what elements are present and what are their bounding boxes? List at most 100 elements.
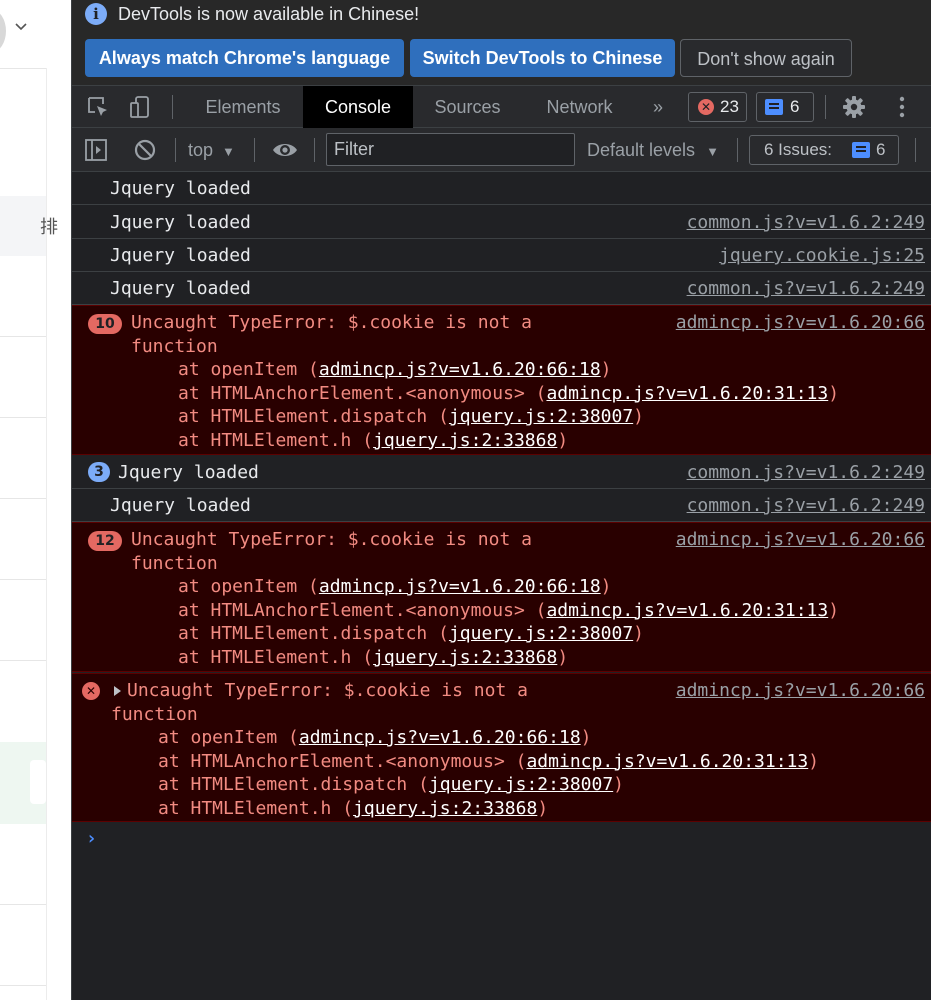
separator: [737, 138, 738, 162]
source-link[interactable]: admincp.js?v=v1.6.20:66: [676, 528, 925, 552]
console-toolbar: top ▼ Filter Default levels ▼ 6 Issues: …: [72, 128, 931, 172]
filter-input[interactable]: Filter: [326, 133, 575, 166]
source-link[interactable]: common.js?v=v1.6.2:249: [687, 461, 925, 485]
separator: [172, 95, 173, 119]
issues-count: 6: [876, 140, 886, 159]
divider: [0, 336, 46, 337]
tab-console[interactable]: Console: [303, 86, 413, 128]
repeat-count-badge: 10: [88, 314, 122, 334]
stack-link[interactable]: admincp.js?v=v1.6.20:31:13: [546, 600, 828, 621]
console-message: Jquery loaded common.js?v=v1.6.2:249: [72, 489, 931, 522]
console-error-message: 10 Uncaught TypeError: $.cookie is not a…: [72, 305, 931, 455]
devtools-panel: i DevTools is now available in Chinese! …: [71, 0, 931, 1000]
error-icon: ✕: [698, 99, 714, 115]
always-match-language-button[interactable]: Always match Chrome's language: [85, 39, 404, 77]
console-prompt[interactable]: ›: [86, 828, 97, 849]
stack-link[interactable]: admincp.js?v=v1.6.20:66:18: [299, 727, 581, 748]
divider: [0, 417, 46, 418]
stack-link[interactable]: jquery.js:2:38007: [449, 623, 633, 644]
stack-link[interactable]: admincp.js?v=v1.6.20:31:13: [546, 383, 828, 404]
infobar-message: DevTools is now available in Chinese!: [118, 4, 420, 24]
clear-console-icon[interactable]: [133, 138, 157, 162]
stack-frame: at openItem (admincp.js?v=v1.6.20:66:18): [178, 576, 612, 597]
source-link[interactable]: admincp.js?v=v1.6.20:66: [676, 311, 925, 335]
settings-gear-icon[interactable]: [842, 95, 866, 119]
source-link[interactable]: common.js?v=v1.6.2:249: [687, 494, 925, 518]
device-toolbar-icon[interactable]: [128, 95, 152, 119]
source-link[interactable]: common.js?v=v1.6.2:249: [687, 211, 925, 235]
page-cutoff-card: [30, 760, 46, 804]
divider: [0, 904, 46, 905]
error-text: function: [131, 335, 218, 357]
separator: [915, 138, 916, 162]
live-expression-eye-icon[interactable]: [271, 138, 299, 162]
context-label: top: [188, 140, 214, 160]
message-count-badge[interactable]: 6: [756, 92, 814, 122]
stack-link[interactable]: admincp.js?v=v1.6.20:66:18: [319, 576, 601, 597]
more-tabs-icon[interactable]: »: [642, 86, 674, 128]
separator: [314, 138, 315, 162]
tab-sources[interactable]: Sources: [415, 86, 520, 128]
stack-frame: at HTMLElement.h (jquery.js:2:33868): [178, 429, 569, 451]
source-link[interactable]: common.js?v=v1.6.2:249: [687, 277, 925, 301]
source-link[interactable]: jquery.cookie.js:25: [719, 244, 925, 268]
source-link[interactable]: admincp.js?v=v1.6.20:66: [676, 679, 925, 703]
issues-button[interactable]: 6 Issues: 6: [749, 135, 899, 165]
error-text: Uncaught TypeError: $.cookie is not a: [131, 529, 532, 550]
console-error-message: ✕ Uncaught TypeError: $.cookie is not a …: [72, 673, 931, 822]
tab-network[interactable]: Network: [527, 86, 632, 128]
stack-link[interactable]: jquery.js:2:33868: [373, 430, 557, 451]
message-icon: [852, 142, 870, 158]
stack-frame: at HTMLAnchorElement.<anonymous> (adminc…: [178, 599, 840, 621]
kebab-menu-icon[interactable]: [890, 95, 914, 119]
stack-link[interactable]: admincp.js?v=v1.6.20:66:18: [319, 359, 601, 380]
divider: [0, 985, 46, 986]
avatar[interactable]: [0, 10, 6, 52]
console-message: Jquery loaded: [72, 172, 931, 205]
error-text: function: [131, 552, 218, 574]
stack-frame: at HTMLElement.dispatch (jquery.js:2:380…: [158, 774, 625, 795]
switch-to-chinese-button[interactable]: Switch DevTools to Chinese: [410, 39, 675, 77]
error-text: Uncaught TypeError: $.cookie is not a: [131, 312, 532, 333]
inspect-element-icon[interactable]: [86, 95, 110, 119]
context-selector[interactable]: top ▼: [188, 128, 235, 172]
divider: [0, 660, 46, 661]
console-message-text: Jquery loaded: [110, 245, 251, 266]
divider: [0, 68, 46, 69]
message-icon: [765, 99, 783, 115]
stack-frame: at openItem (admincp.js?v=v1.6.20:66:18): [158, 727, 592, 748]
separator: [825, 95, 826, 119]
separator: [175, 138, 176, 162]
log-levels-label: Default levels: [587, 140, 696, 160]
console-message: Jquery loaded common.js?v=v1.6.2:249: [72, 272, 931, 305]
page-background: 排: [0, 0, 71, 1000]
console-message-text: Jquery loaded: [110, 212, 251, 233]
console-error-message: 12 Uncaught TypeError: $.cookie is not a…: [72, 522, 931, 672]
chevron-down-icon[interactable]: [14, 20, 28, 34]
console-message: 3 Jquery loaded common.js?v=v1.6.2:249: [72, 456, 931, 489]
divider: [0, 579, 46, 580]
page-cutoff-glyph: 排: [40, 217, 58, 238]
stack-frame: at HTMLElement.dispatch (jquery.js:2:380…: [178, 406, 645, 427]
tab-elements[interactable]: Elements: [184, 86, 302, 128]
stack-link[interactable]: admincp.js?v=v1.6.20:31:13: [526, 751, 808, 772]
stack-frame: at HTMLAnchorElement.<anonymous> (adminc…: [178, 382, 840, 404]
expand-triangle-icon[interactable]: [114, 686, 121, 696]
stack-frame: at HTMLElement.h (jquery.js:2:33868): [178, 646, 569, 668]
stack-link[interactable]: jquery.js:2:33868: [373, 647, 557, 668]
log-levels-dropdown[interactable]: Default levels ▼: [587, 128, 719, 172]
stack-link[interactable]: jquery.js:2:38007: [449, 406, 633, 427]
console-output: Jquery loaded Jquery loaded common.js?v=…: [72, 172, 931, 1000]
language-infobar: i DevTools is now available in Chinese! …: [72, 0, 931, 86]
repeat-count-badge: 12: [88, 531, 122, 551]
dont-show-again-button[interactable]: Don't show again: [680, 39, 852, 77]
stack-link[interactable]: jquery.js:2:33868: [353, 798, 537, 819]
repeat-count-badge: 3: [88, 462, 110, 482]
info-icon: i: [85, 3, 107, 25]
stack-frame: at openItem (admincp.js?v=v1.6.20:66:18): [178, 359, 612, 380]
console-message-text: Jquery loaded: [118, 462, 259, 483]
console-message-text: Jquery loaded: [110, 178, 251, 199]
sidebar-toggle-icon[interactable]: [84, 138, 108, 162]
stack-link[interactable]: jquery.js:2:38007: [429, 774, 613, 795]
error-count-badge[interactable]: ✕ 23: [688, 92, 747, 122]
